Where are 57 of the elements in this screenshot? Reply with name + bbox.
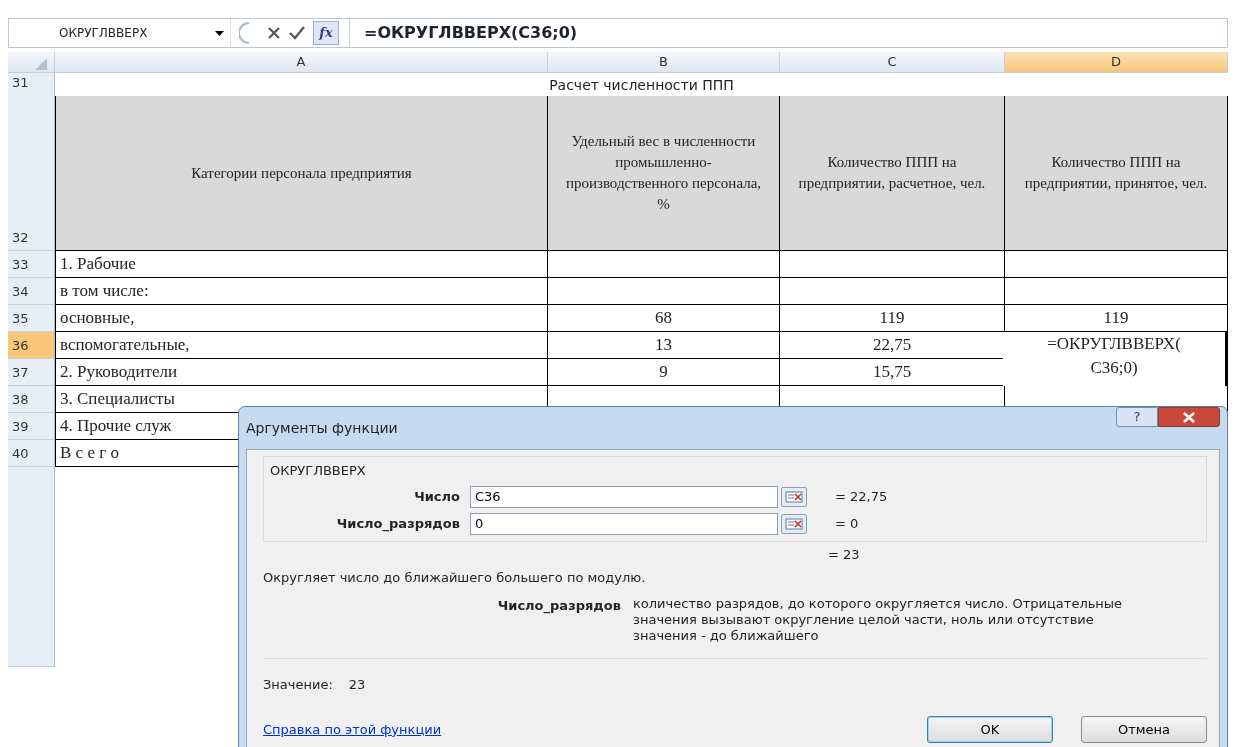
table-cell: вспомогательные, bbox=[55, 332, 548, 359]
table-cell: 119 bbox=[780, 305, 1005, 332]
close-icon bbox=[1182, 411, 1196, 423]
argument-help-text: количество разрядов, до которого округляется число. Отрицательные значения вызывают округление целой части, ноль или отсутствие значения - до ближайшего bbox=[633, 595, 1124, 645]
help-button[interactable]: ? bbox=[1116, 407, 1158, 427]
row-number[interactable]: 31 bbox=[8, 73, 55, 97]
table-title: Расчет численности ППП bbox=[549, 75, 734, 95]
table-cell: 9 bbox=[548, 359, 780, 386]
column-header[interactable]: B bbox=[548, 52, 780, 73]
formula-text[interactable]: =ОКРУГЛВВЕРХ(C36;0) bbox=[364, 21, 578, 45]
row-number[interactable]: 32 bbox=[8, 96, 55, 251]
help-link[interactable]: Справка по этой функции bbox=[263, 719, 442, 740]
row-number[interactable]: 35 bbox=[8, 305, 55, 332]
dialog-title: Аргументы функции bbox=[246, 418, 398, 438]
name-box[interactable]: ОКРУГЛВВЕРХ bbox=[9, 19, 231, 47]
table-cell: 68 bbox=[548, 305, 780, 332]
collapse-dialog-button[interactable] bbox=[781, 513, 807, 534]
column-heading: Количество ППП на предприятии, принятое, чел. bbox=[1005, 96, 1228, 251]
collapse-dialog-button[interactable] bbox=[781, 486, 807, 507]
row-number[interactable]: 34 bbox=[8, 278, 55, 305]
row-number[interactable]: 39 bbox=[8, 413, 55, 440]
cell-editor[interactable]: =ОКРУГЛВВЕРХ( C36;0) bbox=[1003, 332, 1227, 386]
column-header[interactable]: C bbox=[780, 52, 1005, 73]
column-heading: Количество ППП на предприятии, расчетное, чел. bbox=[780, 96, 1005, 251]
row-number[interactable]: 40 bbox=[8, 440, 55, 467]
column-heading: Удельный вес в численности промышленно-производственного персонала, % bbox=[548, 96, 780, 251]
value-text: 23 bbox=[348, 676, 366, 695]
table-cell: в том числе: bbox=[55, 278, 548, 305]
row-number[interactable]: 33 bbox=[8, 251, 55, 278]
argument-label: Число_разрядов bbox=[335, 514, 461, 534]
dialog-button[interactable]: Отмена bbox=[1081, 716, 1207, 743]
function-description: Округляет число до ближайшего большего по модулю. bbox=[263, 569, 647, 587]
close-button[interactable] bbox=[1158, 407, 1220, 427]
value-label: Значение: bbox=[263, 676, 333, 695]
column-heading: Категории персонала предприятия bbox=[55, 96, 548, 251]
input-field[interactable]: C36 bbox=[470, 485, 778, 508]
row-number[interactable]: 38 bbox=[8, 386, 55, 413]
dropdown-caret-icon[interactable] bbox=[215, 30, 224, 36]
column-header[interactable]: D bbox=[1005, 52, 1228, 73]
formula-result: = 23 bbox=[828, 545, 860, 564]
argument-label: Число bbox=[413, 487, 461, 506]
table-cell: 2. Руководители bbox=[55, 359, 548, 386]
table-cell: 15,75 bbox=[780, 359, 1005, 386]
table-cell: основные, bbox=[55, 305, 548, 332]
table-cell: 1. Рабочие bbox=[55, 251, 548, 278]
cancel-icon[interactable] bbox=[267, 26, 281, 40]
row-number[interactable]: 37 bbox=[8, 359, 55, 386]
argument-result: = 0 bbox=[835, 514, 859, 533]
column-header[interactable]: A bbox=[55, 52, 548, 73]
argument-help-label: Число_разрядов bbox=[496, 596, 622, 616]
dialog-button[interactable]: OK bbox=[927, 716, 1053, 743]
input-field[interactable]: 0 bbox=[470, 512, 778, 535]
insert-function-button[interactable]: fx bbox=[313, 21, 339, 45]
argument-result: = 22,75 bbox=[835, 487, 888, 506]
row-number[interactable]: 36 bbox=[8, 332, 55, 359]
checkmark-icon[interactable] bbox=[289, 26, 305, 40]
table-cell: 13 bbox=[548, 332, 780, 359]
